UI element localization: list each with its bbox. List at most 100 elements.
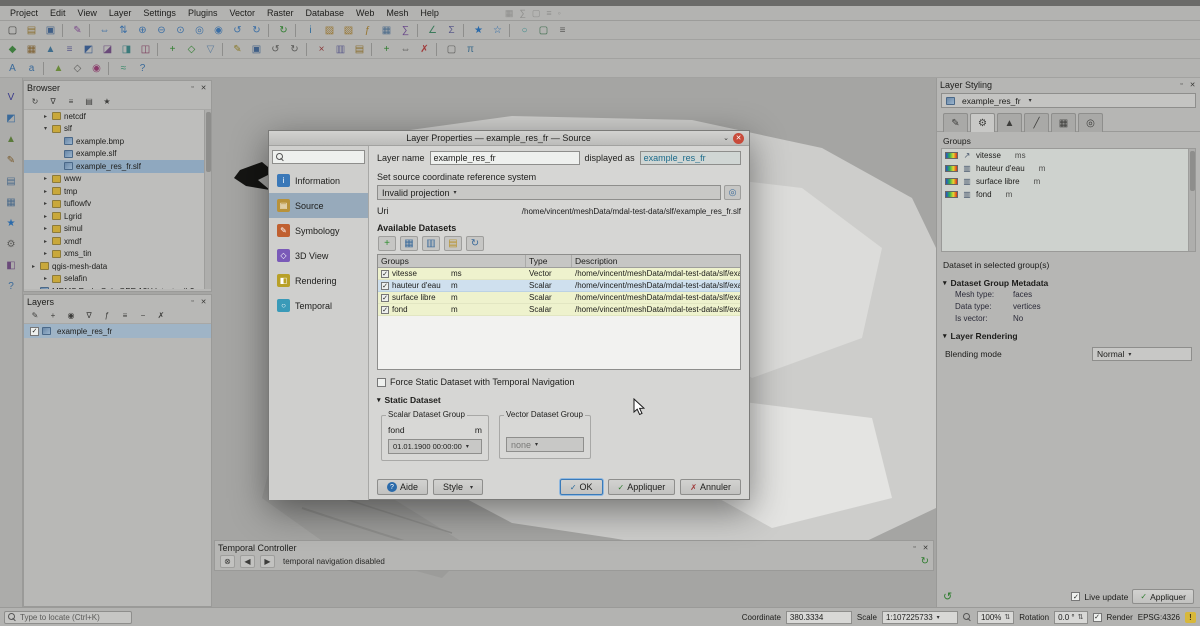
tree-item[interactable]: ▸ Lgrid bbox=[24, 210, 211, 223]
group-row[interactable]: ↗ vitesse ms bbox=[942, 149, 1195, 162]
zoom-last-button[interactable]: ↺ bbox=[229, 23, 246, 38]
tree-item[interactable]: ▸ netcdf bbox=[24, 110, 211, 123]
bookmarks-button[interactable]: ★ bbox=[470, 23, 487, 38]
mesh-digitizing-button[interactable]: ▲ bbox=[50, 61, 67, 76]
add-postgis-layer-button[interactable]: ◩ bbox=[80, 42, 97, 57]
add-delimited-text-layer-button[interactable]: ≡ bbox=[61, 42, 78, 57]
redo-button[interactable]: ↻ bbox=[286, 42, 303, 57]
expand-arrow-icon[interactable]: ▸ bbox=[44, 238, 52, 245]
tree-item[interactable]: ▸ xmdf bbox=[24, 235, 211, 248]
layer-name-input[interactable] bbox=[430, 151, 580, 165]
temporal-animated-button[interactable]: ▶ bbox=[260, 555, 275, 568]
group-row[interactable]: ▥ hauteur d'eau m bbox=[942, 162, 1195, 175]
menu-item[interactable]: Raster bbox=[261, 7, 300, 19]
zoom-to-selection-button[interactable]: ◎ bbox=[191, 23, 208, 38]
locate-input[interactable]: Type to locate (Ctrl+K) bbox=[4, 611, 132, 624]
dialog-tab-symbology[interactable]: ✎ Symbology bbox=[269, 218, 368, 243]
add-group-button[interactable]: + bbox=[46, 309, 60, 322]
expand-arrow-icon[interactable]: ▾ bbox=[44, 125, 52, 132]
snapping-button[interactable]: ◉ bbox=[88, 61, 105, 76]
expand-arrow-icon[interactable]: ▸ bbox=[44, 200, 52, 207]
ok-button[interactable]: ✓ OK bbox=[560, 479, 603, 495]
expand-arrow-icon[interactable]: ▸ bbox=[44, 213, 52, 220]
tracing-button[interactable]: ≈ bbox=[115, 61, 132, 76]
toolbar-icon[interactable] bbox=[306, 43, 310, 56]
browser-filter-button[interactable]: ∇ bbox=[46, 95, 60, 108]
menu-item[interactable]: View bbox=[72, 7, 103, 19]
save-project-button[interactable]: ▣ bbox=[42, 23, 59, 38]
toolbar-icon[interactable] bbox=[436, 43, 440, 56]
layout-manager-button[interactable]: ▢ bbox=[443, 42, 460, 57]
reload-datasets-button[interactable]: ↻ bbox=[466, 236, 484, 251]
dataset-checkbox[interactable] bbox=[381, 306, 389, 314]
epsg-badge[interactable]: EPSG:4326 bbox=[1138, 613, 1180, 622]
collapse-all-datasets-button[interactable]: ▦ bbox=[400, 236, 418, 251]
dataset-row[interactable]: surface libre m Scalar /home/vincent/mes… bbox=[378, 292, 740, 304]
layer-item[interactable]: example_res_fr bbox=[24, 324, 211, 338]
zoom-full-button[interactable]: ⊙ bbox=[172, 23, 189, 38]
dialog-tab-3d-view[interactable]: ◇ 3D View bbox=[269, 243, 368, 268]
dialog-tab-temporal[interactable]: ○ Temporal bbox=[269, 293, 368, 318]
scrollbar-thumb[interactable] bbox=[1190, 151, 1195, 191]
styling-apply-button[interactable]: ✓ Appliquer bbox=[1132, 589, 1194, 604]
magnifier-input[interactable]: 100% bbox=[977, 611, 1014, 624]
browser-collapse-button[interactable]: ≡ bbox=[64, 95, 78, 108]
dataset-checkbox[interactable] bbox=[381, 270, 389, 278]
messages-warning-icon[interactable]: ! bbox=[1185, 612, 1196, 623]
vector-tools-icon[interactable]: V bbox=[3, 90, 19, 104]
rendering-section-header[interactable]: Layer Rendering bbox=[943, 331, 1194, 341]
expand-arrow-icon[interactable]: ▸ bbox=[32, 263, 40, 270]
annotation-tools-icon[interactable]: ✎ bbox=[3, 153, 19, 167]
column-header-groups[interactable]: Groups bbox=[378, 255, 526, 267]
filter-legend-button[interactable]: ∇ bbox=[82, 309, 96, 322]
deselect-features-button[interactable]: ▧ bbox=[340, 23, 357, 38]
temporal-fixed-range-button[interactable]: ◀ bbox=[240, 555, 255, 568]
add-wms-layer-button[interactable]: ◨ bbox=[118, 42, 135, 57]
rotation-input[interactable]: 0.0 ° bbox=[1054, 611, 1087, 624]
pan-to-selection-button[interactable]: ⇅ bbox=[115, 23, 132, 38]
processing-icon[interactable]: ⚙ bbox=[3, 237, 19, 251]
style-button[interactable]: Style bbox=[433, 479, 483, 495]
browser-favorites-button[interactable]: ★ bbox=[100, 95, 114, 108]
tree-item[interactable]: example.bmp bbox=[24, 135, 211, 148]
temporal-navigation-off-button[interactable]: ⊗ bbox=[220, 555, 235, 568]
help-button[interactable]: ? bbox=[134, 61, 151, 76]
globe-tab[interactable]: ◎ bbox=[1078, 113, 1103, 132]
expand-arrow-icon[interactable]: ▸ bbox=[44, 175, 52, 182]
new-bookmark-button[interactable]: ☆ bbox=[489, 23, 506, 38]
python-console-button[interactable]: π bbox=[462, 42, 479, 57]
data-source-manager-button[interactable]: ≡ bbox=[554, 23, 571, 38]
coordinate-input[interactable]: 380.3334 bbox=[786, 611, 852, 624]
menu-item[interactable]: Vector bbox=[223, 7, 261, 19]
styling-layer-select[interactable]: example_res_fr bbox=[941, 93, 1196, 108]
add-dataset-button[interactable]: + bbox=[378, 236, 396, 251]
temporal-refresh-icon[interactable]: ↻ bbox=[921, 556, 929, 567]
dialog-tab-rendering[interactable]: ◧ Rendering bbox=[269, 268, 368, 293]
displayed-as-input[interactable] bbox=[640, 151, 741, 165]
temporal-controller-panel-button[interactable]: ○ bbox=[516, 23, 533, 38]
column-header-description[interactable]: Description bbox=[572, 255, 740, 267]
tree-item[interactable]: MRMS RadarOnly QPE 12H latest.grib2 bbox=[24, 285, 211, 289]
zoom-in-button[interactable]: ⊕ bbox=[134, 23, 151, 38]
browser-refresh-button[interactable]: ↻ bbox=[28, 95, 42, 108]
expand-arrow-icon[interactable]: ▸ bbox=[44, 113, 52, 120]
raster-tools-icon[interactable]: ◩ bbox=[3, 111, 19, 125]
toolbar-icon[interactable] bbox=[417, 24, 421, 37]
label-options-button[interactable]: a bbox=[23, 61, 40, 76]
undock-icon[interactable] bbox=[910, 543, 919, 552]
field-calculator-button[interactable]: ∑ bbox=[397, 23, 414, 38]
attribute-tools-icon[interactable]: ▦ bbox=[3, 195, 19, 209]
remove-layer-button[interactable]: ✗ bbox=[154, 309, 168, 322]
open-project-button[interactable]: ▤ bbox=[23, 23, 40, 38]
save-edits-button[interactable]: ▣ bbox=[248, 42, 265, 57]
tree-item[interactable]: ▸ selafin bbox=[24, 273, 211, 286]
menu-item[interactable]: Help bbox=[414, 7, 445, 19]
dialog-tab-source[interactable]: ▤ Source bbox=[269, 193, 368, 218]
expand-arrow-icon[interactable]: ▸ bbox=[44, 225, 52, 232]
dialog-search-input[interactable] bbox=[272, 150, 365, 164]
copy-features-button[interactable]: ▥ bbox=[332, 42, 349, 57]
vector-arrows-tab[interactable]: ╱ bbox=[1024, 113, 1049, 132]
vector-time-select[interactable]: none bbox=[506, 437, 584, 452]
crs-select[interactable]: Invalid projection bbox=[377, 185, 721, 200]
layer-visibility-checkbox[interactable] bbox=[30, 327, 39, 336]
